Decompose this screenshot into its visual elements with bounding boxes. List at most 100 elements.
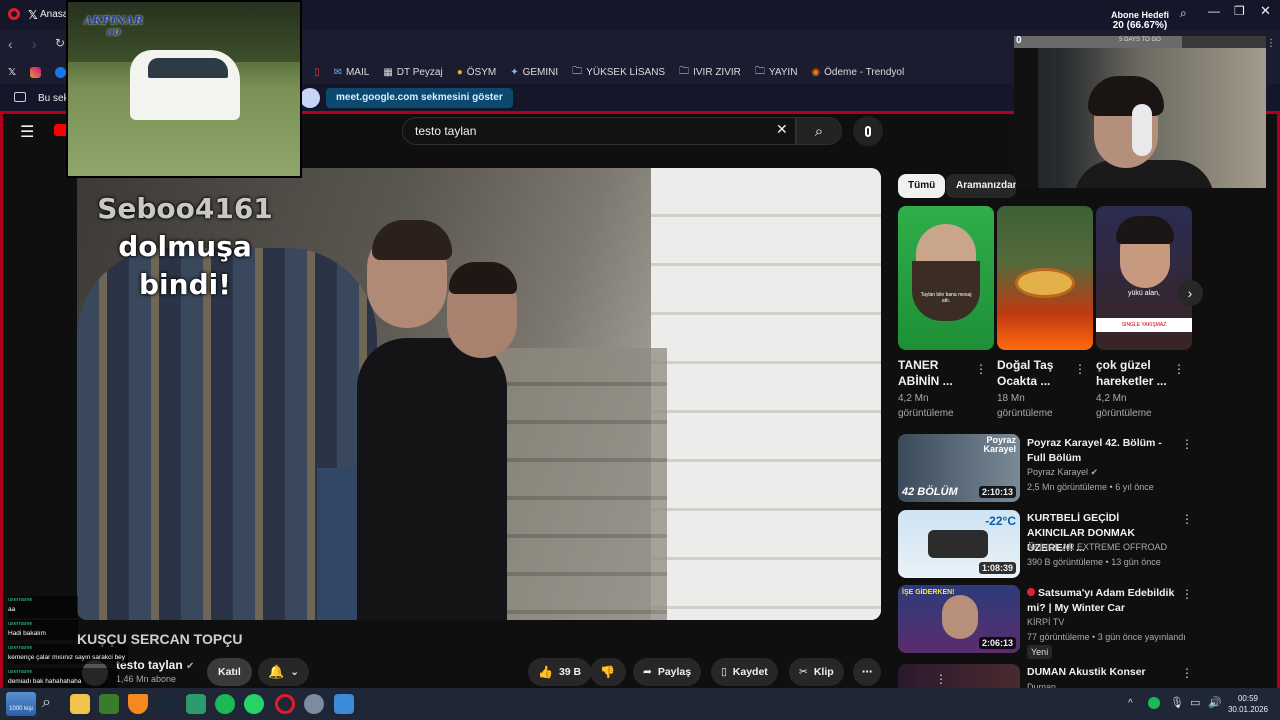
more-options-icon[interactable]: ⋮ [1180,666,1194,680]
short-title[interactable]: TANER ABİNİN ... [898,357,978,389]
clip-label: Klip [813,666,834,678]
bookmark-facebook[interactable] [55,66,67,78]
webcam-hair [1088,76,1164,116]
video-thumbnail[interactable]: İŞE GİDERKEN! 2:06:13 [898,585,1020,653]
short-thumbnail[interactable]: Taylan bile bana mesaj attı. [898,206,994,350]
save-button[interactable]: ▯ Kaydet [711,658,778,686]
microphone-icon[interactable]: 🎙 [1170,696,1184,709]
forward-icon[interactable]: › [32,36,37,52]
network-icon[interactable]: ▭ [1190,696,1200,709]
bookmark-yayin[interactable]: 🗀 YAYIN [755,64,798,81]
x-icon: 𝕏 [8,66,17,78]
video-thumbnail[interactable]: -22°C 1:08:39 [898,510,1020,578]
app-icon[interactable] [186,694,206,714]
instagram-icon [30,66,42,78]
start-button[interactable]: 1000 kişi [6,692,36,716]
vlc-icon[interactable] [128,694,148,714]
stream-chat-overlay: username aa username Hadi bakalım username… [8,596,248,688]
save-label: Kaydet [732,666,768,678]
like-button[interactable]: 👍 39 B [528,658,592,686]
chip-from-search[interactable]: Aramanızdan [946,174,1016,198]
more-options-icon[interactable]: ⋮ [1180,437,1194,451]
video-title[interactable]: DUMAN Akustik Konser [1027,665,1177,680]
search-icon[interactable]: ⌕ [42,694,51,712]
x-icon: 𝕏 [28,8,38,22]
back-icon[interactable]: ‹ [8,36,13,52]
chip-all[interactable]: Tümü [898,174,946,198]
app-icon[interactable] [334,694,354,714]
opera-logo-icon[interactable] [8,8,20,20]
video-title[interactable]: Poyraz Karayel 42. Bölüm - Full Bölüm [1027,436,1177,466]
alert-message-line2: bindi! [139,268,231,301]
share-icon: ➦ [643,666,652,678]
bookmark-gemini[interactable]: ✦ GEMINI [510,67,558,78]
more-options-icon[interactable]: ⋮ [974,362,988,376]
chat-message: username Hadi bakalım [8,620,78,640]
video-meta: 2,5 Mn görüntüleme • 6 yıl önce [1027,482,1154,492]
subscriber-goal: Abone Hedefi 20 (66.67%) 5 DAYS TO GO 0 [1014,8,1266,48]
facebook-icon [55,66,67,78]
tray-chevron-icon[interactable]: ^ [1128,698,1133,709]
video-title[interactable]: Satsuma'yı Adam Edebildik mi? | My Winte… [1027,586,1177,616]
short-hair [1116,216,1174,244]
short-thumbnail[interactable] [997,206,1093,350]
clear-search-icon[interactable]: ✕ [776,121,788,138]
thumbs-up-icon: 👍 [538,665,553,679]
clip-button[interactable]: ✂ Klip [789,658,844,686]
bookmark-yuksek-lisans[interactable]: 🗀 YÜKSEK LİSANS [572,64,665,81]
bookmark-instagram[interactable] [30,66,42,78]
more-actions-button[interactable]: ⋯ [853,658,881,686]
bookmark-osym[interactable]: ● ÖSYM [457,67,497,78]
spotify-tray-icon[interactable] [1148,697,1160,709]
show-meet-tab-button[interactable]: meet.google.com sekmesini göster [326,88,513,108]
settings-icon[interactable] [304,694,324,714]
bookmark-label: MAIL [345,66,370,78]
thumbnail-truck [928,530,988,558]
more-options-icon[interactable]: ⋮ [1172,362,1186,376]
more-options-icon[interactable]: ⋮ [1180,512,1194,526]
bookmark-red[interactable]: ▯ [314,67,320,78]
bookmark-dt-peyzaj[interactable]: ▦ DT Peyzaj [383,67,442,78]
voice-search-button[interactable] [853,116,883,146]
thumbnail-text: 42 BÖLÜM [902,486,958,498]
video-thumbnail[interactable]: Poyraz Karayel 42 BÖLÜM 2:10:13 [898,434,1020,502]
steam-icon[interactable] [157,694,177,714]
bookmark-trendyol[interactable]: ◉ Ödeme - Trendyol [811,67,904,78]
bookmark-ivir-zivir[interactable]: 🗀 IVIR ZIVIR [679,64,741,81]
more-options-icon[interactable]: ⋮ [1180,587,1194,601]
app-icon[interactable] [99,694,119,714]
bookmark-label: YAYIN [768,66,798,78]
short-title[interactable]: Doğal Taş Ocakta ... [997,357,1077,389]
video-channel[interactable]: Duman [1027,680,1197,688]
video-channel[interactable]: Poyraz Karayel ✔ [1027,465,1197,480]
short-thumbnail[interactable]: yükü alan, SINGLE YAKIŞMAZ [1096,206,1192,350]
share-button[interactable]: ➦ Paylaş [633,658,702,686]
volume-icon[interactable]: 🔊 [1208,696,1222,709]
more-options-icon[interactable]: ⋮ [934,672,948,686]
menu-icon[interactable]: ⋮ [1266,38,1276,49]
hamburger-menu-icon[interactable]: ☰ [20,122,34,142]
file-explorer-icon[interactable] [70,694,90,714]
search-input[interactable]: testo taylan [402,117,796,145]
reload-icon[interactable]: ↻ [55,36,65,50]
opera-icon[interactable] [275,694,295,714]
bookmark-label: YÜKSEK LİSANS [586,66,666,78]
video-channel[interactable]: KİRPİ TV [1027,615,1197,630]
spotify-icon[interactable] [215,694,235,714]
bookmark-x[interactable]: 𝕏 [8,67,16,78]
bookmark-mail[interactable]: ✉ MAIL [334,67,370,78]
chat-message: username kemençe çalar mısınız sayın sara… [8,644,128,664]
shorts-next-button[interactable]: › [1177,280,1203,306]
chat-username: username [8,621,33,627]
short-title[interactable]: çok güzel hareketler ... [1096,357,1176,389]
goal-start: 0 [1016,35,1022,46]
mail-icon: ✉ [333,66,342,78]
whatsapp-icon[interactable] [244,694,264,714]
clock[interactable]: 00:59 30.01.2026 [1226,693,1270,715]
video-thumbnail[interactable] [898,664,1020,688]
dislike-button[interactable]: 👎 [590,658,626,686]
notifications-button[interactable]: 🔔 ⌄ [258,658,309,686]
more-options-icon[interactable]: ⋮ [1073,362,1087,376]
search-button[interactable]: ⌕ [796,117,842,145]
video-channel[interactable]: AKINCILAR EXTREME OFFROAD [1027,540,1197,555]
